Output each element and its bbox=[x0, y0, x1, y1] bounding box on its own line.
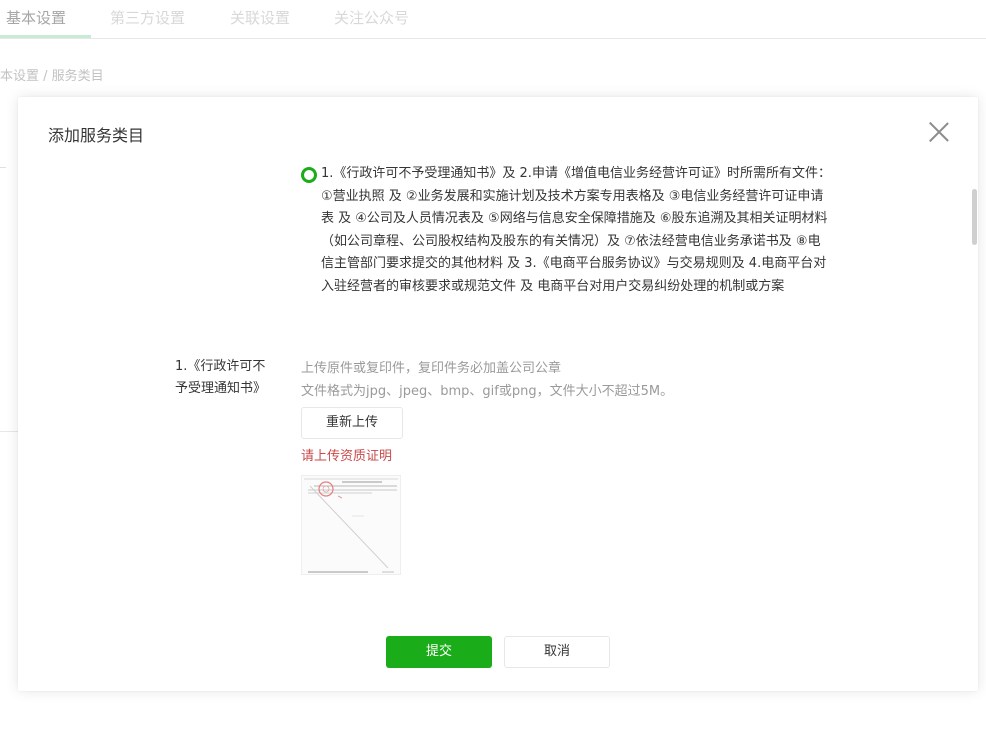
cancel-button[interactable]: 取消 bbox=[504, 636, 610, 668]
upload-hint-original: 上传原件或复印件，复印件务必加盖公司公章 bbox=[301, 361, 562, 376]
background-divider bbox=[0, 167, 6, 168]
reupload-button[interactable]: 重新上传 bbox=[301, 407, 403, 439]
uploaded-document-thumbnail[interactable] bbox=[301, 475, 401, 575]
scrollbar-thumb[interactable] bbox=[972, 189, 977, 245]
tab-basic-settings[interactable]: 基本设置 bbox=[6, 7, 66, 28]
submit-button[interactable]: 提交 bbox=[386, 636, 492, 668]
breadcrumb: 本设置 / 服务类目 bbox=[0, 69, 104, 84]
document-preview-image bbox=[302, 476, 400, 574]
close-icon[interactable] bbox=[926, 119, 952, 145]
active-tab-indicator bbox=[0, 35, 91, 38]
upload-field-label: 1.《行政许可不予受理通知书》 bbox=[175, 359, 267, 396]
option-radio-button[interactable] bbox=[301, 167, 317, 183]
tab-follow-official-account[interactable]: 关注公众号 bbox=[334, 7, 409, 28]
dialog-title: 添加服务类目 bbox=[48, 126, 145, 145]
tab-link-settings[interactable]: 关联设置 bbox=[230, 7, 290, 28]
background-divider bbox=[0, 431, 18, 432]
upload-hint-format: 文件格式为jpg、jpeg、bmp、gif或png，文件大小不超过5M。 bbox=[301, 384, 674, 399]
tab-third-party-settings[interactable]: 第三方设置 bbox=[110, 7, 185, 28]
background-tab-bar: 基本设置 第三方设置 关联设置 关注公众号 bbox=[0, 0, 986, 39]
option-description: 1.《行政许可不予受理通知书》及 2.申请《增值电信业务经营许可证》时所需所有文… bbox=[321, 166, 831, 294]
add-service-category-dialog: 添加服务类目 1.《行政许可不予受理通知书》及 2.申请《增值电信业务经营许可证… bbox=[18, 97, 978, 691]
upload-error-message: 请上传资质证明 bbox=[301, 449, 393, 464]
